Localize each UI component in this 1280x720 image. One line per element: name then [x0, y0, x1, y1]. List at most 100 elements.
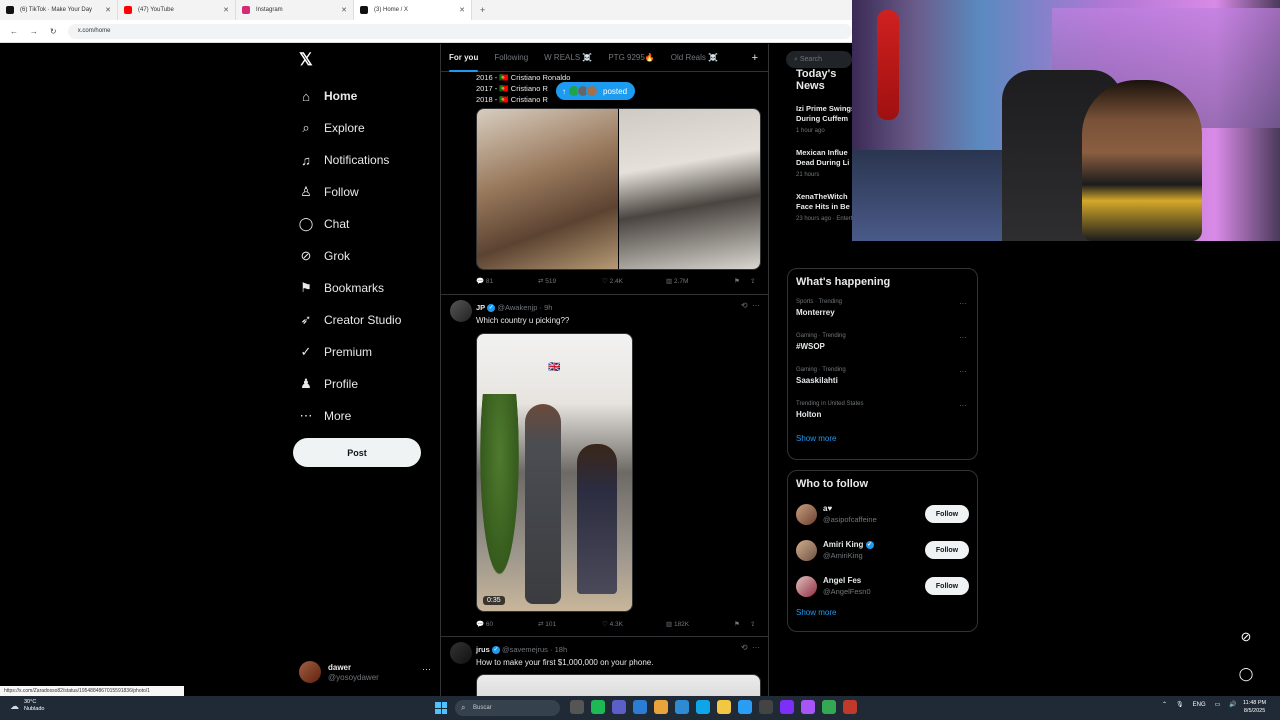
x-logo-icon[interactable]: 𝕏: [299, 50, 313, 70]
task-view-icon[interactable]: [570, 700, 584, 714]
tab-following[interactable]: Following: [486, 44, 536, 72]
app-icon[interactable]: [738, 700, 752, 714]
more-icon[interactable]: ···: [959, 333, 967, 342]
sidebar-item-premium[interactable]: ✓ Premium: [298, 336, 401, 368]
news-item[interactable]: Izi Prime Swings During Cuffem 1 hour ago: [796, 104, 852, 136]
more-icon[interactable]: ···: [422, 664, 431, 674]
reply-button[interactable]: 💬 81: [476, 277, 538, 286]
post-menu[interactable]: ⟲ ···: [741, 301, 760, 310]
author-handle[interactable]: @Awakenjp: [497, 303, 537, 312]
messages-icon[interactable]: ◯: [1236, 664, 1256, 684]
post-photo[interactable]: [618, 109, 760, 269]
volume-icon[interactable]: 🔊: [1229, 701, 1236, 708]
author-handle[interactable]: @savemejrus: [502, 645, 548, 654]
tab-w-reals[interactable]: W REALS ☠️: [536, 44, 600, 72]
sidebar-item-bookmarks[interactable]: ⚑ Bookmarks: [298, 272, 401, 304]
sidebar-item-grok[interactable]: ⊘ Grok: [298, 240, 401, 272]
teams-icon[interactable]: [612, 700, 626, 714]
post-time[interactable]: 18h: [555, 645, 568, 654]
spotify-icon[interactable]: [591, 700, 605, 714]
app-icon[interactable]: [780, 700, 794, 714]
share-icon[interactable]: ⇪: [750, 277, 755, 285]
timeline[interactable]: For you Following W REALS ☠️ PTG 9295🔥 O…: [440, 44, 769, 696]
mic-icon[interactable]: 🎙: [1176, 701, 1184, 708]
url-input[interactable]: x.com/home: [67, 23, 852, 39]
follow-button[interactable]: Follow: [925, 541, 969, 559]
post-media[interactable]: [476, 674, 761, 696]
browser-tab-x[interactable]: (3) Home / X ✕: [354, 0, 472, 20]
monitor-icon[interactable]: ▭: [1215, 701, 1221, 708]
like-button[interactable]: ♡ 2.4K: [602, 277, 666, 286]
trend-item[interactable]: Gaming · Trending Saaskilahti ···: [796, 362, 977, 396]
follow-suggestion[interactable]: Angel Fes @AngelFesn0 Follow: [796, 568, 977, 604]
add-tab-icon[interactable]: +: [752, 52, 758, 64]
app-icon[interactable]: [843, 700, 857, 714]
tab-old-reals[interactable]: Old Reals ☠️: [663, 44, 726, 72]
post-menu[interactable]: ⟲ ···: [741, 643, 760, 652]
sidebar-item-follow[interactable]: ♙ Follow: [298, 176, 401, 208]
post-button[interactable]: Post: [293, 438, 421, 467]
tab-for-you[interactable]: For you: [441, 44, 486, 72]
author-name[interactable]: jrus: [476, 645, 490, 654]
repost-button[interactable]: ⇄ 101: [538, 620, 602, 629]
edge-icon[interactable]: [696, 700, 710, 714]
app-icon[interactable]: [801, 700, 815, 714]
back-icon[interactable]: ←: [10, 27, 20, 36]
bookmark-icon[interactable]: ⚑: [734, 277, 750, 285]
post-time[interactable]: 9h: [544, 303, 552, 312]
avatar[interactable]: [796, 575, 817, 597]
show-more-link[interactable]: Show more: [796, 434, 977, 443]
sidebar-item-explore[interactable]: ⌕ Explore: [298, 112, 401, 144]
post-photo[interactable]: [477, 109, 618, 269]
sidebar-item-profile[interactable]: ♟ Profile: [298, 368, 401, 400]
more-icon[interactable]: ···: [959, 367, 967, 376]
search-input[interactable]: ⌕ Search: [786, 51, 852, 68]
follow-suggestion[interactable]: Amiri King ✓ @AmiriKing Follow: [796, 532, 977, 568]
news-item[interactable]: Mexican Influe Dead During Li 21 hours: [796, 148, 852, 180]
sidebar-item-more[interactable]: ⋯ More: [298, 400, 401, 432]
reply-button[interactable]: 💬 60: [476, 620, 538, 629]
avatar[interactable]: [796, 539, 817, 561]
trend-item[interactable]: Gaming · Trending #WSOP ···: [796, 328, 977, 362]
trend-item[interactable]: Sports · Trending Monterrey ···: [796, 294, 977, 328]
folder-icon[interactable]: [717, 700, 731, 714]
taskbar-search[interactable]: ⌕ Buscar: [455, 700, 560, 716]
chevron-up-icon[interactable]: ⌃: [1162, 701, 1167, 708]
windows-start-icon[interactable]: [435, 702, 447, 714]
app-icon[interactable]: [633, 700, 647, 714]
views-button[interactable]: ▥ 2.7M: [666, 277, 734, 286]
sidebar-item-creator-studio[interactable]: ➶ Creator Studio: [298, 304, 402, 336]
close-tab-icon[interactable]: ✕: [105, 6, 111, 14]
new-tab-icon[interactable]: +: [480, 5, 485, 15]
views-button[interactable]: ▥ 182K: [666, 620, 734, 629]
show-more-link[interactable]: Show more: [796, 608, 977, 617]
repost-button[interactable]: ⇄ 519: [538, 277, 602, 286]
reload-icon[interactable]: ↻: [50, 27, 60, 36]
like-button[interactable]: ♡ 4.3K: [602, 620, 666, 629]
bookmark-icon[interactable]: ⚑: [734, 620, 750, 628]
follow-suggestion[interactable]: a♥ @asipofcaffeine Follow: [796, 496, 977, 532]
tab-ptg[interactable]: PTG 9295🔥: [600, 44, 662, 72]
app-icon[interactable]: [759, 700, 773, 714]
share-icon[interactable]: ⇪: [750, 620, 755, 628]
account-switcher[interactable]: dawer @yosoydawer ···: [299, 658, 431, 686]
close-tab-icon[interactable]: ✕: [459, 6, 465, 14]
browser-tab-youtube[interactable]: (47) YouTube ✕: [118, 0, 236, 20]
close-tab-icon[interactable]: ✕: [223, 6, 229, 14]
follow-button[interactable]: Follow: [925, 505, 969, 523]
taskbar-clock[interactable]: 11:48 PM 8/5/2025: [1243, 699, 1266, 715]
close-tab-icon[interactable]: ✕: [341, 6, 347, 14]
author-name[interactable]: JP: [476, 303, 485, 312]
follow-button[interactable]: Follow: [925, 577, 969, 595]
browser-tab-tiktok[interactable]: (6) TikTok · Make Your Day ✕: [0, 0, 118, 20]
browser-tab-instagram[interactable]: Instagram ✕: [236, 0, 354, 20]
language-indicator[interactable]: ENG: [1193, 702, 1206, 708]
trend-item[interactable]: Trending in United States Holton ···: [796, 396, 977, 430]
post-video[interactable]: 🇬🇧 0:35: [476, 333, 633, 612]
more-icon[interactable]: ···: [959, 299, 967, 308]
sidebar-item-chat[interactable]: ◯ Chat: [298, 208, 401, 240]
sidebar-item-home[interactable]: ⌂ Home: [298, 80, 401, 112]
avatar[interactable]: [450, 642, 472, 664]
weather-widget[interactable]: ☁ 30°C Nublado: [10, 699, 45, 713]
news-item[interactable]: XenaTheWitch Face Hits in Be 23 hours ago …: [796, 192, 852, 224]
